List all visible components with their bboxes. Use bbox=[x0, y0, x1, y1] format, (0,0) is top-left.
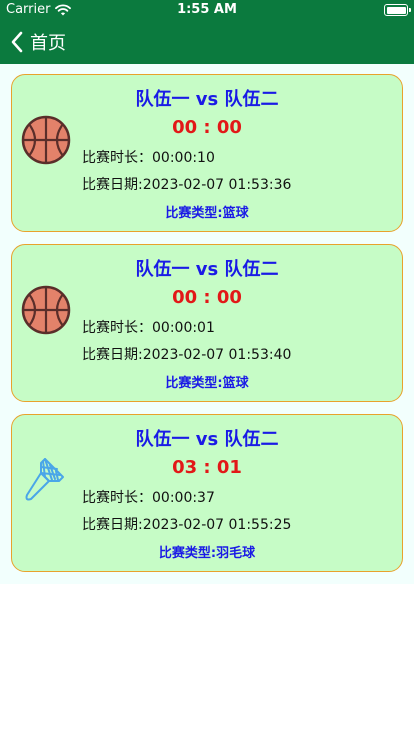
match-duration: 比赛时长：00:00:01 bbox=[82, 320, 215, 336]
match-title: 队伍一 vs 队伍二 bbox=[135, 429, 279, 450]
match-card[interactable]: 队伍一 vs 队伍二 03 : 01 比赛时长：00:00:37 比赛日期:20… bbox=[11, 414, 403, 572]
match-date: 比赛日期:2023-02-07 01:53:36 bbox=[82, 177, 292, 193]
match-list: 队伍一 vs 队伍二 00 : 00 比赛时长：00:00:10 比赛日期:20… bbox=[0, 64, 414, 584]
status-time: 1:55 AM bbox=[177, 2, 237, 17]
match-title: 队伍一 vs 队伍二 bbox=[135, 259, 279, 280]
basketball-icon bbox=[21, 115, 71, 165]
match-duration: 比赛时长：00:00:10 bbox=[82, 150, 215, 166]
match-duration: 比赛时长：00:00:37 bbox=[82, 490, 215, 506]
match-date: 比赛日期:2023-02-07 01:53:40 bbox=[82, 347, 292, 363]
match-type: 比赛类型:篮球 bbox=[165, 376, 249, 391]
match-card[interactable]: 队伍一 vs 队伍二 00 : 00 比赛时长：00:00:01 比赛日期:20… bbox=[11, 244, 403, 402]
status-bar: Carrier 1:55 AM bbox=[0, 0, 414, 20]
match-title: 队伍一 vs 队伍二 bbox=[135, 89, 279, 110]
battery-icon bbox=[384, 4, 411, 16]
match-type: 比赛类型:羽毛球 bbox=[158, 546, 256, 561]
basketball-icon bbox=[21, 285, 71, 335]
navigation-bar: 首页 bbox=[0, 20, 414, 64]
shuttlecock-icon bbox=[25, 458, 64, 501]
match-type: 比赛类型:篮球 bbox=[165, 206, 249, 221]
back-button[interactable]: 首页 bbox=[10, 20, 66, 64]
match-date: 比赛日期:2023-02-07 01:55:25 bbox=[82, 517, 292, 533]
back-label: 首页 bbox=[30, 33, 66, 54]
match-card[interactable]: 队伍一 vs 队伍二 00 : 00 比赛时长：00:00:10 比赛日期:20… bbox=[11, 74, 403, 232]
chevron-left-icon bbox=[11, 31, 23, 53]
